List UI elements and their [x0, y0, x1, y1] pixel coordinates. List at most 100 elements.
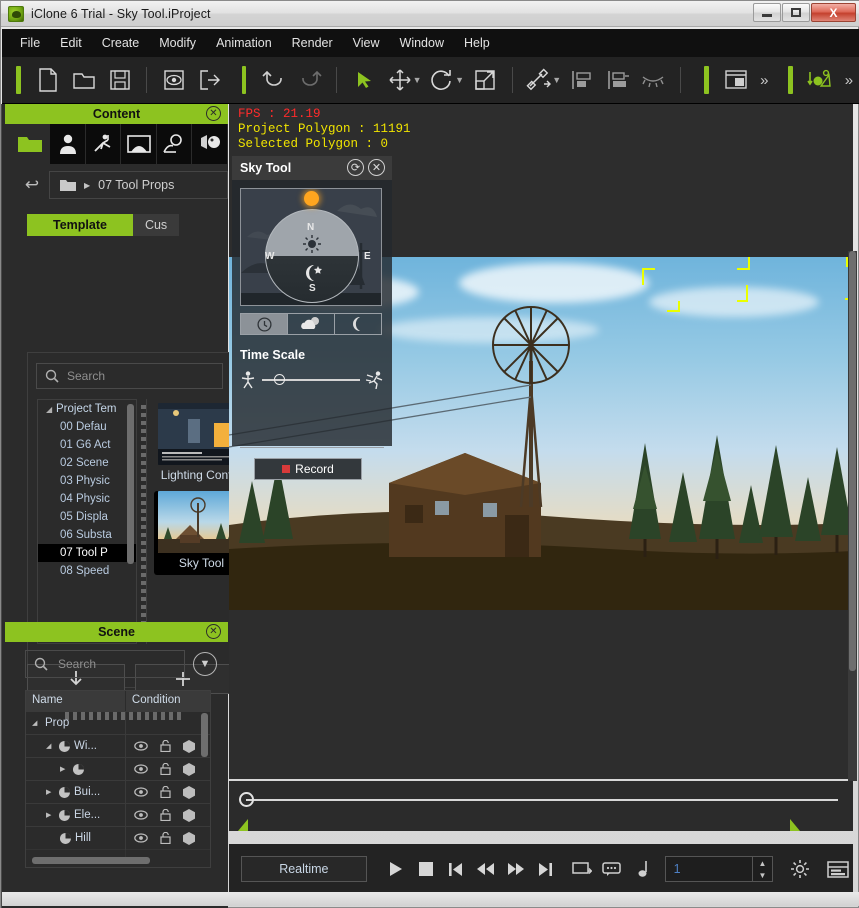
layout-window-icon[interactable]	[721, 63, 753, 97]
sun-position-marker[interactable]	[304, 191, 319, 206]
menu-window[interactable]: Window	[390, 32, 454, 54]
mesh-cube-icon[interactable]	[183, 763, 195, 776]
tree-vertical-scrollbar[interactable]	[127, 404, 134, 564]
menu-edit[interactable]: Edit	[50, 32, 92, 54]
close-circle-icon[interactable]: ✕	[368, 159, 385, 176]
move-dropdown-caret-icon[interactable]: ▼	[413, 75, 422, 85]
mode-time-icon[interactable]	[241, 314, 288, 334]
chevron-right-icon[interactable]: ▶	[60, 765, 69, 773]
3d-viewport[interactable]: Sky Tool With the Sky Tool, you can set …	[229, 104, 853, 779]
folder-tab-icon[interactable]	[11, 124, 50, 164]
comment-icon[interactable]	[597, 854, 627, 884]
menu-view[interactable]: View	[343, 32, 390, 54]
viewport-vertical-scrollbar[interactable]	[848, 251, 857, 781]
link-icon[interactable]	[524, 63, 556, 97]
light-scene-icon[interactable]	[805, 63, 837, 97]
table-row[interactable]: ◢ Prop	[26, 711, 210, 734]
mesh-cube-icon[interactable]	[183, 832, 195, 845]
lock-icon[interactable]	[160, 763, 171, 775]
open-folder-icon[interactable]	[68, 63, 100, 97]
frame-spinner[interactable]: ▲ ▼	[752, 857, 772, 881]
loop-icon[interactable]	[567, 854, 597, 884]
chevron-down-icon[interactable]: ◢	[32, 719, 41, 727]
timeline-panel-icon[interactable]	[823, 854, 853, 884]
select-cursor-icon[interactable]	[348, 63, 380, 97]
frame-number-field[interactable]: 1 ▲ ▼	[665, 856, 773, 882]
record-button[interactable]: Record	[254, 458, 362, 480]
scene-row-hill[interactable]: Hill	[26, 827, 126, 850]
scene-vertical-scrollbar[interactable]	[201, 713, 208, 757]
stop-icon[interactable]	[411, 854, 441, 884]
rotate-dropdown-caret-icon[interactable]: ▼	[455, 75, 464, 85]
tree-root-item[interactable]: ◢Project Tem	[38, 400, 136, 418]
scene-row-electric[interactable]: ▶ Ele...	[26, 804, 126, 827]
prop-tab-icon[interactable]	[157, 124, 193, 164]
timeline-playhead[interactable]	[239, 792, 254, 807]
skip-end-icon[interactable]	[531, 854, 561, 884]
chevron-right-icon[interactable]: ▶	[84, 181, 90, 190]
rotate-icon[interactable]	[427, 63, 459, 97]
fast-forward-icon[interactable]	[501, 854, 531, 884]
move-icon[interactable]	[384, 63, 416, 97]
note-icon[interactable]	[627, 854, 657, 884]
scene-row-windmill[interactable]: ◢ Wi...	[26, 735, 126, 758]
time-scale-track[interactable]	[262, 379, 360, 381]
content-search-input[interactable]: Search	[36, 363, 223, 389]
lock-icon[interactable]	[160, 786, 171, 798]
table-row[interactable]: ◢ Wi...	[26, 734, 210, 757]
mode-cloud-icon[interactable]	[288, 314, 335, 334]
chevron-down-icon[interactable]: ◢	[46, 742, 55, 750]
table-row[interactable]: ▶ Ele...	[26, 803, 210, 826]
tree-item-02[interactable]: 02 Scene	[38, 454, 136, 472]
preview-eye-icon[interactable]	[158, 63, 190, 97]
play-icon[interactable]	[381, 854, 411, 884]
back-arrow-icon[interactable]: ↩	[15, 175, 49, 195]
tree-item-05[interactable]: 05 Displa	[38, 508, 136, 526]
mesh-cube-icon[interactable]	[183, 786, 195, 799]
mesh-cube-icon[interactable]	[183, 809, 195, 822]
sky-compass-widget[interactable]: N E S W	[240, 188, 382, 306]
eye-icon[interactable]	[134, 787, 148, 797]
close-circle-icon[interactable]: ✕	[206, 106, 221, 121]
tree-item-04[interactable]: 04 Physic	[38, 490, 136, 508]
scene-row-child[interactable]: ▶	[26, 758, 126, 781]
media-tab-icon[interactable]	[192, 124, 228, 164]
scene-search-input[interactable]: Search	[25, 650, 185, 678]
chevron-right-icon[interactable]: ▶	[46, 788, 55, 796]
tree-item-08[interactable]: 08 Speed	[38, 562, 136, 580]
tab-custom[interactable]: Cus	[133, 214, 179, 236]
mode-night-icon[interactable]	[335, 314, 381, 334]
tree-item-03[interactable]: 03 Physic	[38, 472, 136, 490]
time-scale-knob[interactable]	[274, 374, 285, 385]
realtime-mode-button[interactable]: Realtime	[241, 856, 367, 882]
eye-icon[interactable]	[134, 810, 148, 820]
reset-circle-icon[interactable]: ⟳	[347, 159, 364, 176]
table-row[interactable]: Hill	[26, 826, 210, 849]
minimize-button[interactable]	[753, 3, 781, 22]
actor-tab-icon[interactable]	[50, 124, 86, 164]
eye-icon[interactable]	[134, 833, 148, 843]
overflow-chevrons-icon[interactable]: »	[760, 72, 768, 89]
menu-modify[interactable]: Modify	[149, 32, 206, 54]
eyelash-hide-icon[interactable]	[637, 63, 669, 97]
motion-tab-icon[interactable]	[86, 124, 122, 164]
table-row[interactable]: ▶	[26, 757, 210, 780]
scene-row-building[interactable]: ▶ Bui...	[26, 781, 126, 804]
redo-arrow-icon[interactable]	[294, 63, 326, 97]
scene-horizontal-scrollbar[interactable]	[32, 857, 150, 864]
mesh-cube-icon[interactable]	[183, 740, 195, 753]
lock-icon[interactable]	[160, 740, 171, 752]
menu-file[interactable]: File	[10, 32, 50, 54]
save-floppy-icon[interactable]	[104, 63, 136, 97]
eye-icon[interactable]	[134, 741, 148, 751]
tree-item-01[interactable]: 01 G6 Act	[38, 436, 136, 454]
menu-animation[interactable]: Animation	[206, 32, 282, 54]
time-scale-slider[interactable]	[240, 371, 384, 389]
table-row[interactable]: ▶ Bui...	[26, 780, 210, 803]
tab-template[interactable]: Template	[27, 214, 133, 236]
overflow-chevrons-icon-2[interactable]: »	[845, 72, 853, 89]
export-icon[interactable]	[194, 63, 226, 97]
breadcrumb-path[interactable]: ▶ 07 Tool Props	[49, 171, 228, 199]
sky-tool-window[interactable]: Sky Tool ⟳ ✕	[232, 156, 392, 446]
range-start-marker[interactable]	[238, 819, 248, 831]
